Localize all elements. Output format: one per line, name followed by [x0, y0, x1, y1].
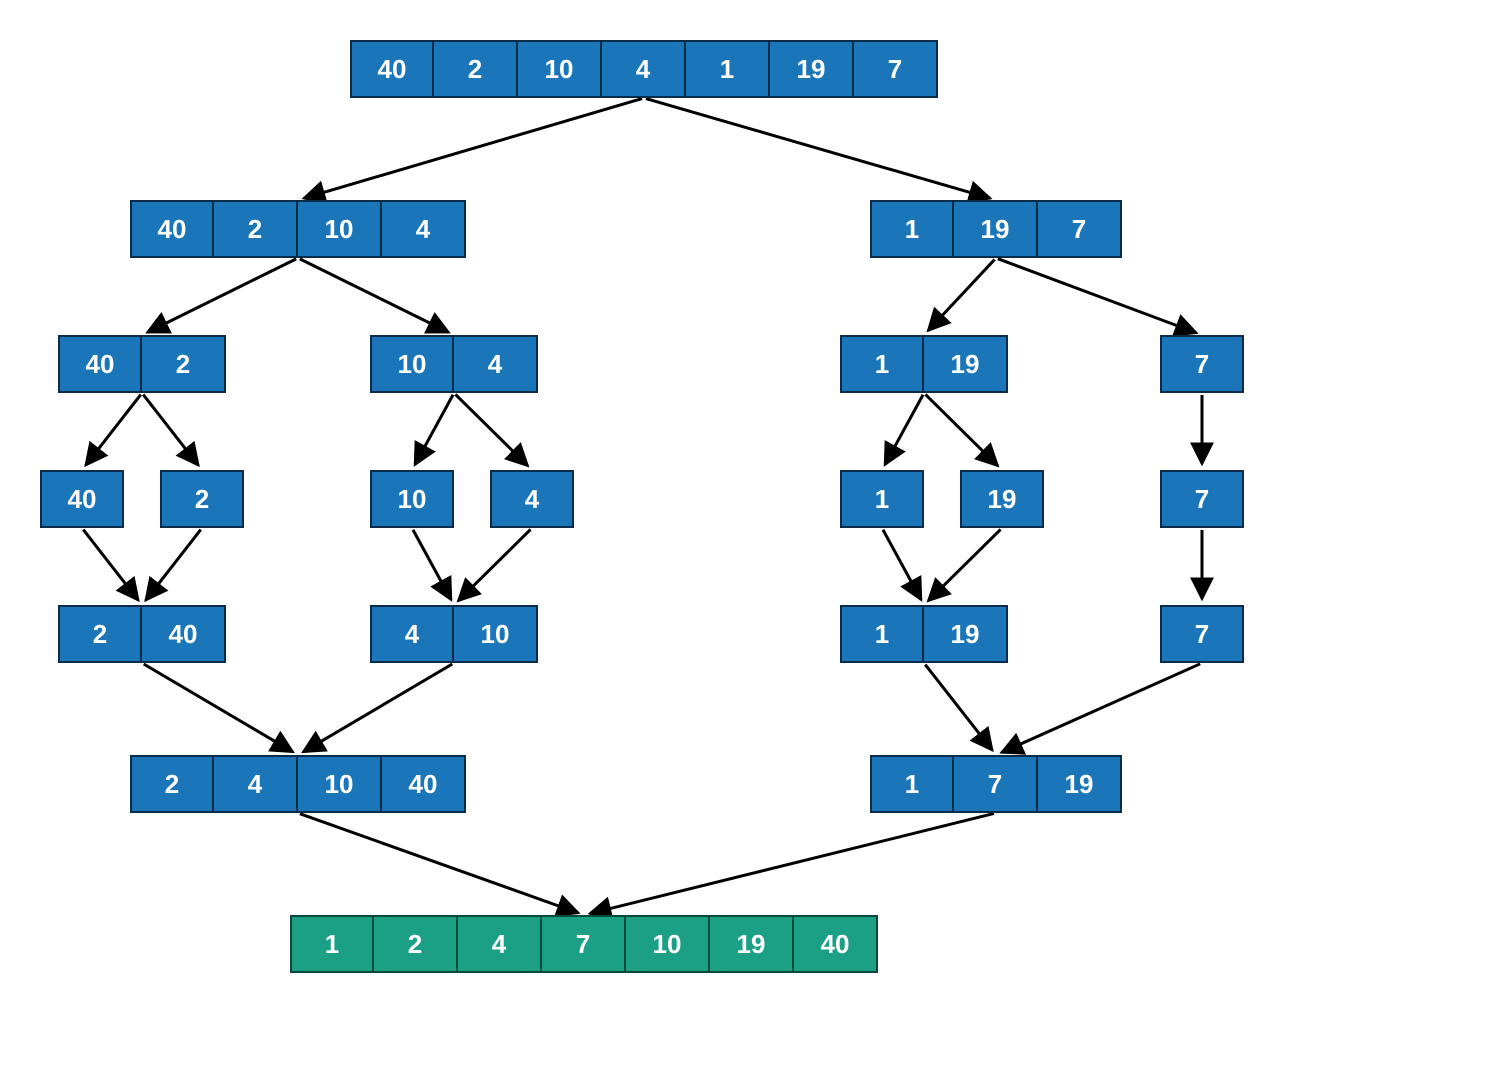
array-node-final: 1247101940: [290, 915, 878, 973]
array-node-l2_rr: 7: [1160, 335, 1244, 393]
cell: 7: [954, 755, 1038, 813]
cell: 1: [686, 40, 770, 98]
array-node-l3_lll: 40: [40, 470, 124, 528]
edge-arrow: [304, 99, 642, 199]
edge-arrow: [925, 394, 997, 465]
array-node-m2_right: 1719: [870, 755, 1122, 813]
cell: 7: [542, 915, 626, 973]
edge-arrow: [303, 664, 452, 752]
cell: 10: [298, 200, 382, 258]
cell: 40: [58, 335, 142, 393]
cell: 40: [382, 755, 466, 813]
edge-arrow: [458, 529, 530, 600]
cell: 7: [1038, 200, 1122, 258]
edge-arrow: [144, 664, 293, 752]
cell: 10: [298, 755, 382, 813]
cell: 19: [710, 915, 794, 973]
cell: 1: [840, 335, 924, 393]
cell: 4: [602, 40, 686, 98]
cell: 40: [130, 200, 214, 258]
array-node-l3_rr: 7: [1160, 470, 1244, 528]
array-node-l3_lrr: 4: [490, 470, 574, 528]
cell: 40: [40, 470, 124, 528]
cell: 7: [854, 40, 938, 98]
edge-arrow: [415, 395, 453, 465]
edge-arrow: [146, 530, 201, 601]
edge-arrow: [143, 395, 198, 466]
array-node-m1_rr: 7: [1160, 605, 1244, 663]
merge-sort-diagram: 4021041197402104119740210411974021041197…: [0, 0, 1503, 1088]
edge-arrow: [83, 530, 138, 601]
cell: 10: [370, 470, 454, 528]
array-node-l3_rlr: 19: [960, 470, 1044, 528]
array-node-m1_ll: 240: [58, 605, 226, 663]
array-node-l2_lr: 104: [370, 335, 538, 393]
edge-arrow: [413, 530, 451, 600]
cell: 2: [130, 755, 214, 813]
edge-arrow: [300, 814, 578, 913]
array-node-l1_right: 1197: [870, 200, 1122, 258]
array-node-l3_rll: 1: [840, 470, 924, 528]
array-node-l2_rl: 119: [840, 335, 1008, 393]
cell: 19: [770, 40, 854, 98]
array-node-root: 4021041197: [350, 40, 938, 98]
edge-arrow: [883, 530, 921, 600]
array-node-l3_lrl: 10: [370, 470, 454, 528]
cell: 2: [142, 335, 226, 393]
edge-arrow: [147, 259, 296, 332]
cell: 1: [290, 915, 374, 973]
array-node-l2_ll: 402: [58, 335, 226, 393]
cell: 2: [160, 470, 244, 528]
cell: 10: [518, 40, 602, 98]
cell: 7: [1160, 605, 1244, 663]
cell: 7: [1160, 470, 1244, 528]
edge-arrow: [998, 259, 1197, 333]
cell: 4: [458, 915, 542, 973]
cell: 10: [370, 335, 454, 393]
edge-arrow: [885, 395, 923, 465]
cell: 1: [870, 200, 954, 258]
cell: 1: [870, 755, 954, 813]
cell: 10: [626, 915, 710, 973]
edge-arrow: [590, 813, 994, 913]
edge-arrow: [646, 99, 990, 199]
cell: 19: [954, 200, 1038, 258]
edge-arrow: [455, 394, 527, 465]
cell: 19: [960, 470, 1044, 528]
cell: 7: [1160, 335, 1244, 393]
edge-arrow: [928, 529, 1000, 600]
array-node-l3_llr: 2: [160, 470, 244, 528]
cell: 40: [142, 605, 226, 663]
cell: 4: [490, 470, 574, 528]
cell: 1: [840, 605, 924, 663]
edge-arrow: [1001, 664, 1200, 753]
edge-arrow: [925, 665, 992, 751]
edge-arrow: [300, 259, 449, 332]
cell: 2: [214, 200, 298, 258]
cell: 2: [434, 40, 518, 98]
cell: 4: [214, 755, 298, 813]
cell: 1: [840, 470, 924, 528]
cell: 2: [374, 915, 458, 973]
cell: 40: [350, 40, 434, 98]
edge-arrow: [86, 395, 141, 466]
cell: 40: [794, 915, 878, 973]
cell: 19: [924, 335, 1008, 393]
cell: 4: [370, 605, 454, 663]
array-node-m2_left: 241040: [130, 755, 466, 813]
edge-arrow: [928, 259, 995, 330]
cell: 19: [924, 605, 1008, 663]
cell: 2: [58, 605, 142, 663]
cell: 4: [454, 335, 538, 393]
cell: 10: [454, 605, 538, 663]
array-node-m1_lr: 410: [370, 605, 538, 663]
cell: 19: [1038, 755, 1122, 813]
cell: 4: [382, 200, 466, 258]
array-node-l1_left: 402104: [130, 200, 466, 258]
array-node-m1_rl: 119: [840, 605, 1008, 663]
